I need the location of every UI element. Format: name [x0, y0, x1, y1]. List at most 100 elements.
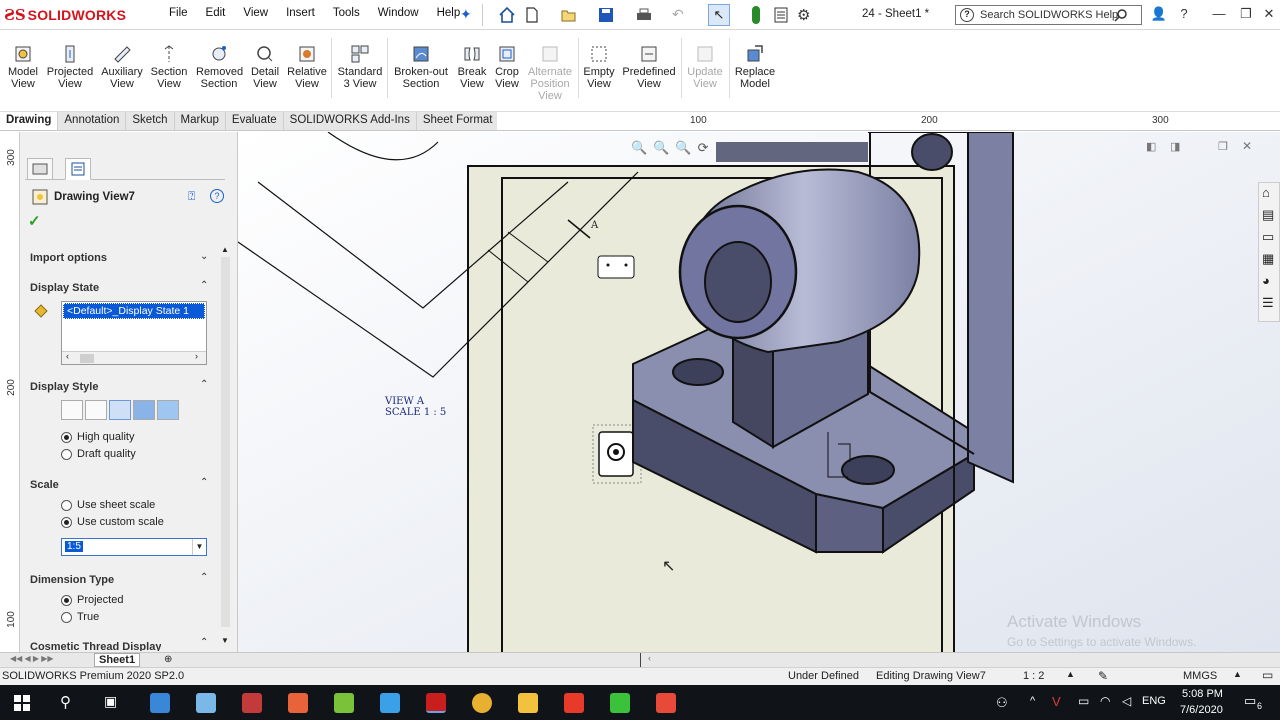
- pin-icon[interactable]: ✦: [460, 6, 478, 24]
- alternate-position-view-button[interactable]: Alternate Position View: [525, 44, 575, 102]
- sheet-tab[interactable]: Sheet1: [94, 653, 141, 667]
- horizontal-scrollbar[interactable]: ‹ ›: [62, 351, 206, 364]
- chevron-up-icon[interactable]: ⌃: [200, 637, 208, 648]
- taskbar-app-icon[interactable]: [242, 693, 262, 713]
- rebuild-status-icon[interactable]: ✎: [1098, 669, 1108, 683]
- undo-icon[interactable]: ↶: [672, 6, 690, 24]
- chevron-down-icon[interactable]: ▼: [192, 539, 206, 555]
- units-up-icon[interactable]: ▲: [1233, 669, 1242, 679]
- tab-markup[interactable]: Markup: [174, 112, 226, 130]
- menu-view[interactable]: View: [234, 7, 277, 19]
- relative-view-button[interactable]: Relative View: [287, 44, 327, 90]
- taskbar-app-icon[interactable]: [196, 693, 216, 713]
- section-import-options[interactable]: Import options: [30, 252, 107, 264]
- clock-time[interactable]: 5:08 PM: [1182, 688, 1223, 700]
- scale-value[interactable]: 1:5: [65, 541, 83, 552]
- draft-quality-radio[interactable]: Draft quality: [61, 448, 136, 460]
- search-input[interactable]: Search SOLIDWORKS Help: [980, 9, 1118, 21]
- people-icon[interactable]: ⚇: [996, 695, 1008, 711]
- maximize-view-icon[interactable]: ❐: [1218, 140, 1228, 153]
- hidden-lines-visible-icon[interactable]: [85, 400, 107, 420]
- scroll-left-arrow[interactable]: ‹: [648, 653, 651, 663]
- property-manager-tab[interactable]: [65, 158, 91, 180]
- menu-edit[interactable]: Edit: [197, 7, 235, 19]
- rebuild-icon[interactable]: ⟳: [698, 140, 709, 156]
- use-custom-scale-radio[interactable]: Use custom scale: [61, 516, 164, 528]
- search-icon[interactable]: ⚲: [60, 693, 71, 711]
- taskbar-app-icon[interactable]: [656, 693, 676, 713]
- section-view-button[interactable]: Section View: [150, 44, 188, 90]
- chevron-up-icon[interactable]: ⌃: [200, 280, 208, 291]
- clock-date[interactable]: 7/6/2020: [1180, 704, 1223, 716]
- tab-drawing[interactable]: Drawing: [0, 112, 59, 130]
- menu-file[interactable]: File: [160, 7, 197, 19]
- previous-view-icon[interactable]: 🔍: [675, 140, 691, 156]
- tab-evaluate[interactable]: Evaluate: [225, 112, 284, 130]
- panel-scrollbar[interactable]: [221, 257, 230, 627]
- empty-view-button[interactable]: Empty View: [582, 44, 616, 90]
- shaded-with-edges-icon[interactable]: [133, 400, 155, 420]
- tile-icon[interactable]: ◧: [1146, 140, 1156, 153]
- save-icon[interactable]: [597, 6, 615, 24]
- open-folder-icon[interactable]: [560, 6, 578, 24]
- section-cosmetic-thread[interactable]: Cosmetic Thread Display: [30, 641, 161, 651]
- break-view-button[interactable]: Break View: [456, 44, 488, 90]
- taskbar-app-icon[interactable]: [288, 693, 308, 713]
- scale-up-icon[interactable]: ▲: [1066, 669, 1075, 679]
- close-view-icon[interactable]: ✕: [1242, 139, 1252, 153]
- model-view-button[interactable]: Model View: [6, 44, 40, 90]
- chevron-down-icon[interactable]: ⌄: [200, 251, 208, 262]
- menu-window[interactable]: Window: [369, 7, 428, 19]
- tab-sketch[interactable]: Sketch: [126, 112, 175, 130]
- detail-view-button[interactable]: Detail View: [248, 44, 282, 90]
- battery-icon[interactable]: ▭: [1078, 694, 1089, 708]
- notifications-icon[interactable]: ▭: [1244, 693, 1256, 709]
- tab-sheet-format[interactable]: Sheet Format: [416, 112, 500, 130]
- windows-start-icon[interactable]: [14, 695, 30, 711]
- search-box[interactable]: ? Search SOLIDWORKS Help: [955, 5, 1142, 25]
- file-explorer-icon[interactable]: [518, 693, 538, 713]
- projected-view-button[interactable]: Projected View: [46, 44, 94, 90]
- new-document-icon[interactable]: [523, 6, 541, 24]
- projected-radio[interactable]: Projected: [61, 594, 123, 606]
- volume-icon[interactable]: ◁: [1122, 694, 1131, 708]
- user-account-icon[interactable]: 👤: [1150, 6, 1168, 22]
- taskbar-app-icon[interactable]: [380, 693, 400, 713]
- menu-tools[interactable]: Tools: [324, 7, 369, 19]
- sheet-nav-arrows[interactable]: ◀◀ ◀ ▶ ▶▶: [10, 654, 54, 663]
- section-scale[interactable]: Scale: [30, 479, 59, 491]
- tab-annotation[interactable]: Annotation: [58, 112, 127, 130]
- task-view-icon[interactable]: ▣: [104, 693, 117, 710]
- restore-view-icon[interactable]: ◨: [1170, 140, 1180, 153]
- chevron-up-icon[interactable]: ⌃: [200, 477, 208, 488]
- tray-app-icon[interactable]: V: [1052, 694, 1061, 709]
- design-library-icon[interactable]: ▤: [1262, 207, 1274, 223]
- shaded-icon[interactable]: [157, 400, 179, 420]
- scroll-splitter[interactable]: [640, 653, 641, 667]
- broken-out-section-button[interactable]: Broken-out Section: [392, 44, 450, 90]
- hidden-lines-removed-icon[interactable]: [109, 400, 131, 420]
- display-state-list[interactable]: <Default>_Display State 1 ‹ ›: [61, 301, 207, 365]
- view-palette-icon[interactable]: ▦: [1262, 251, 1274, 267]
- restore-button[interactable]: ❐: [1237, 6, 1255, 22]
- update-view-button[interactable]: Update View: [685, 44, 725, 90]
- select-icon[interactable]: ↖: [708, 4, 730, 26]
- display-state-item[interactable]: <Default>_Display State 1: [63, 303, 205, 319]
- section-display-state[interactable]: Display State: [30, 282, 99, 294]
- help-icon[interactable]: ?: [1175, 6, 1193, 21]
- taskbar-app-icon[interactable]: [334, 693, 354, 713]
- high-quality-radio[interactable]: High quality: [61, 431, 134, 443]
- solidworks-taskbar-icon[interactable]: [426, 693, 446, 713]
- custom-properties-icon[interactable]: ☰: [1262, 295, 1274, 311]
- taskbar-app-icon[interactable]: [610, 693, 630, 713]
- taskbar-app-icon[interactable]: [564, 693, 584, 713]
- replace-model-button[interactable]: Replace Model: [733, 44, 777, 90]
- file-explorer-icon[interactable]: ▭: [1262, 229, 1274, 245]
- taskbar-app-icon[interactable]: [150, 693, 170, 713]
- crop-view-button[interactable]: Crop View: [491, 44, 523, 90]
- chevron-up-icon[interactable]: ⌃: [200, 379, 208, 390]
- scroll-up-arrow[interactable]: ▲: [221, 245, 229, 254]
- ok-checkmark-icon[interactable]: ✓: [28, 212, 41, 230]
- section-display-style[interactable]: Display Style: [30, 381, 98, 393]
- menu-insert[interactable]: Insert: [277, 7, 324, 19]
